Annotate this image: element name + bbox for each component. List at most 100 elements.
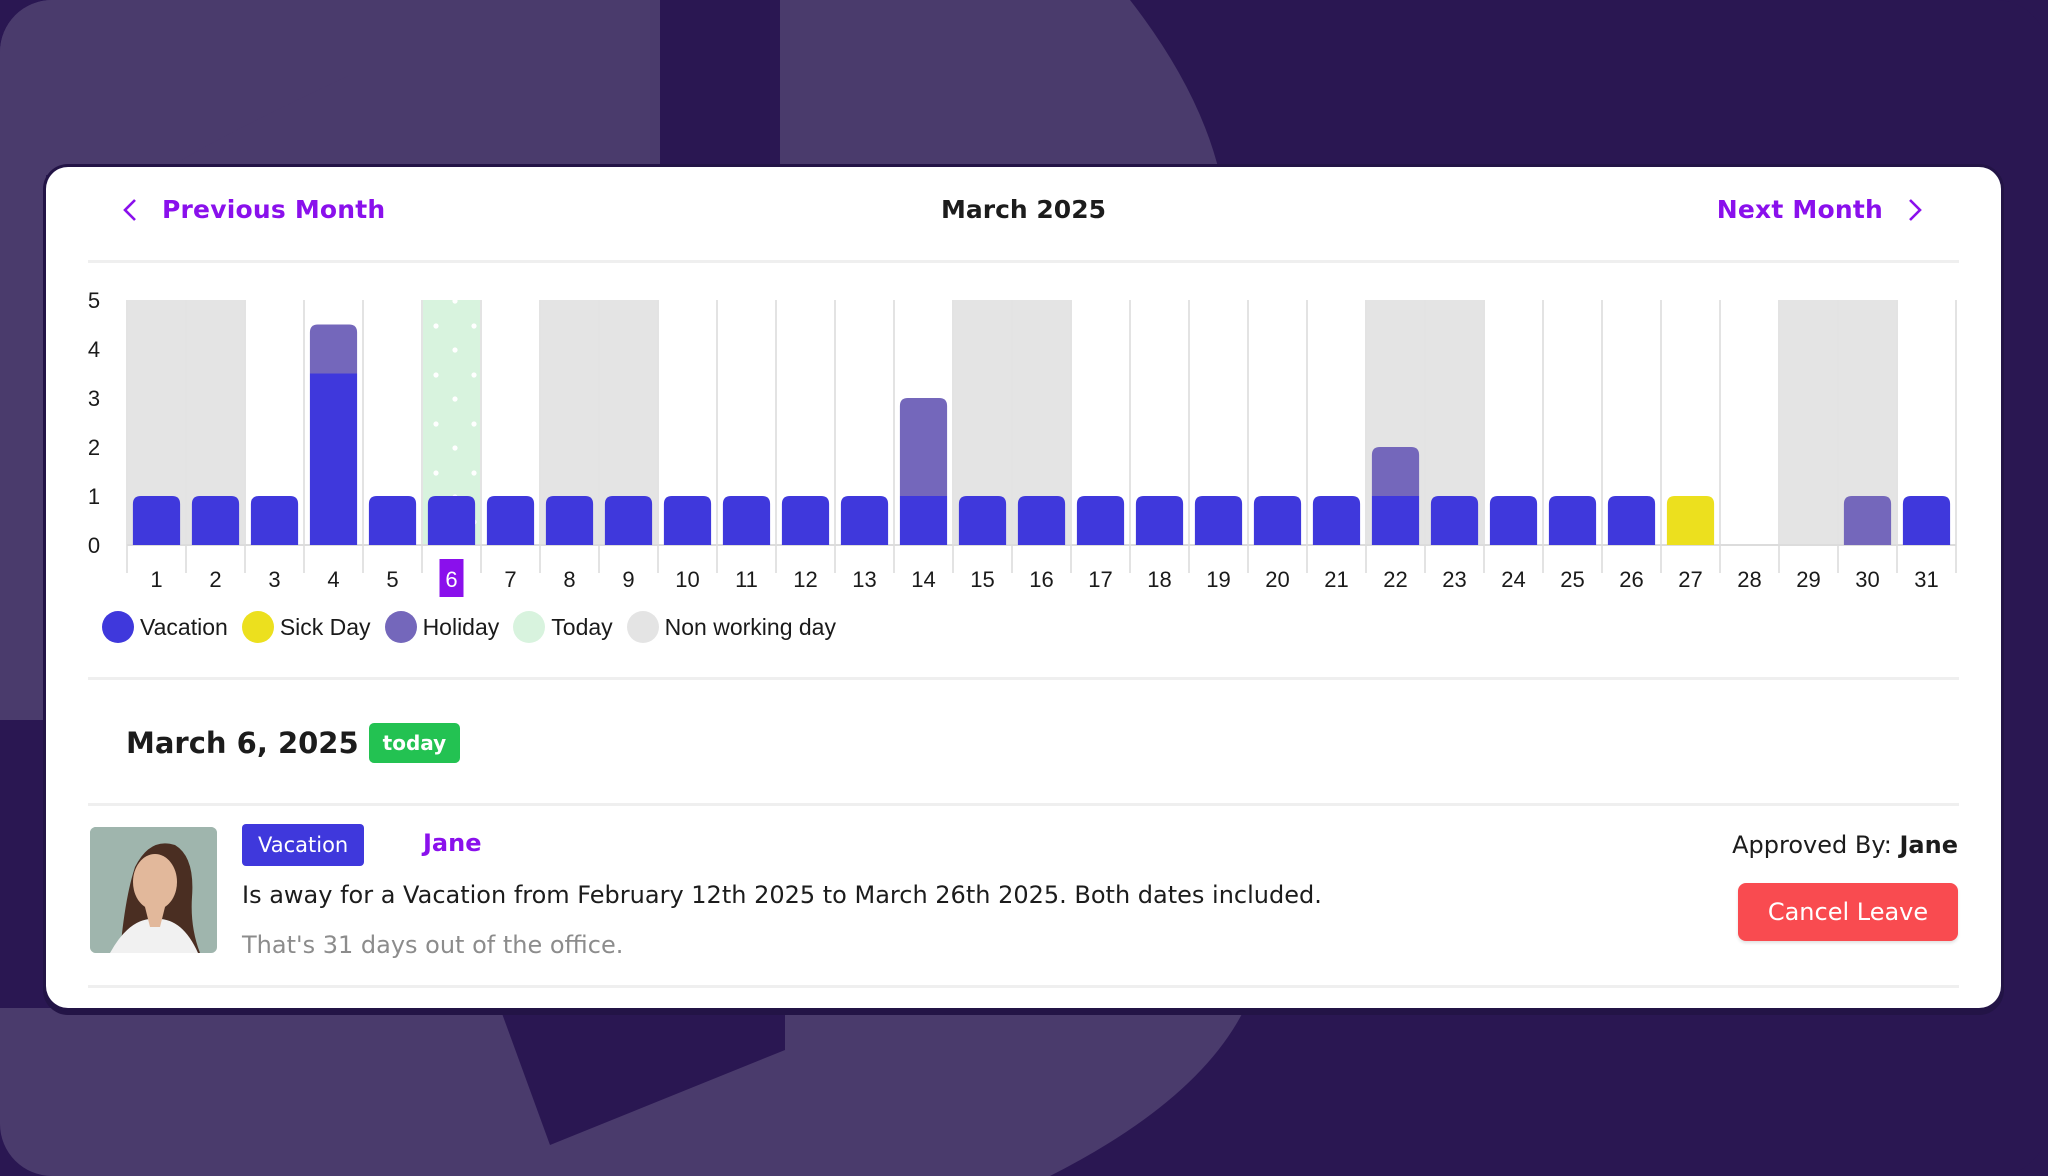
x-tick-label: 25 — [1560, 567, 1584, 592]
bar-holiday — [899, 398, 948, 496]
legend-item-non-working-day[interactable]: Non working day — [626, 611, 836, 643]
y-tick-label: 4 — [88, 337, 100, 362]
today-badge: today — [368, 723, 461, 763]
x-tick-label: 12 — [793, 567, 817, 592]
x-tick-label: 2 — [209, 567, 221, 592]
legend-swatch-holiday — [384, 611, 417, 643]
bar-vacation — [1253, 496, 1302, 545]
bar-vacation — [1548, 496, 1597, 545]
bar-vacation — [781, 496, 830, 545]
bar-vacation — [309, 373, 358, 545]
bar-vacation — [1902, 496, 1951, 545]
bar-vacation — [840, 496, 889, 545]
bar-vacation — [1607, 496, 1656, 545]
bar-vacation — [1489, 496, 1538, 545]
bar-vacation — [1017, 496, 1066, 545]
x-tick-label: 23 — [1442, 567, 1466, 592]
calendar-card: Previous Month March 2025 Next Month 012… — [46, 167, 2001, 1008]
x-tick-label: 18 — [1147, 567, 1171, 592]
bar-vacation — [899, 496, 948, 545]
bar-holiday — [1843, 496, 1892, 545]
x-tick-label: 5 — [386, 567, 398, 592]
legend-item-today[interactable]: Today — [513, 611, 613, 643]
approver-name: Jane — [1899, 831, 1959, 859]
chart-divider — [88, 677, 1959, 680]
x-tick-label: 8 — [563, 567, 575, 592]
y-tick-label: 5 — [88, 288, 100, 313]
legend-swatch-today — [513, 611, 546, 643]
x-tick-label: 24 — [1501, 567, 1525, 592]
x-tick-label: 9 — [622, 567, 634, 592]
chart-legend: Vacation Sick Day Holiday Today Non work… — [102, 611, 850, 643]
x-tick-label: 10 — [675, 567, 699, 592]
x-tick-label: 26 — [1619, 567, 1643, 592]
leave-type-badge: Vacation — [242, 824, 365, 866]
bar-vacation — [427, 496, 476, 545]
non-working-day-band — [1779, 300, 1838, 545]
x-tick-label: 1 — [150, 567, 162, 592]
selected-date: March 6, 2025 — [126, 726, 359, 760]
y-tick-label: 2 — [88, 435, 100, 460]
employee-name-link[interactable]: Jane — [423, 829, 482, 857]
y-tick-label: 0 — [88, 533, 100, 558]
legend-swatch-vacation — [102, 611, 134, 643]
x-tick-label: 29 — [1796, 567, 1820, 592]
bar-vacation — [1076, 496, 1125, 545]
bar-vacation — [1194, 496, 1243, 545]
bar-vacation — [722, 496, 771, 545]
bottom-divider — [88, 985, 1959, 988]
x-tick-label: 27 — [1678, 567, 1702, 592]
avatar-image — [90, 827, 217, 953]
legend-item-holiday[interactable]: Holiday — [384, 611, 500, 643]
bar-vacation — [191, 496, 240, 545]
selected-day-heading: March 6, 2025 today — [126, 723, 461, 763]
x-tick-label: 22 — [1383, 567, 1407, 592]
bar-vacation — [486, 496, 535, 545]
bar-vacation — [1312, 496, 1361, 545]
x-tick-label: 13 — [852, 567, 876, 592]
x-tick-label: 4 — [327, 567, 339, 592]
bar-vacation — [663, 496, 712, 545]
x-tick-label: 28 — [1737, 567, 1761, 592]
x-tick-label: 7 — [504, 567, 516, 592]
bar-vacation — [1135, 496, 1184, 545]
legend-swatch-non-working-day — [626, 611, 659, 643]
bar-holiday — [1371, 447, 1420, 496]
approved-by-label: Approved By: — [1732, 831, 1900, 859]
bar-vacation — [368, 496, 417, 545]
bar-vacation — [1430, 496, 1479, 545]
avatar — [90, 827, 217, 953]
leave-summary: That's 31 days out of the office. — [242, 931, 624, 959]
x-tick-label: 17 — [1088, 567, 1112, 592]
x-tick-label: 14 — [911, 567, 935, 592]
bar-vacation — [604, 496, 653, 545]
legend-swatch-sick-day — [241, 611, 274, 643]
x-tick-label: 21 — [1324, 567, 1348, 592]
legend-item-sick-day[interactable]: Sick Day — [241, 611, 371, 643]
legend-label: Today — [551, 613, 613, 640]
x-tick-label: 20 — [1265, 567, 1289, 592]
legend-label: Non working day — [664, 613, 836, 640]
x-tick-label: 30 — [1855, 567, 1879, 592]
x-tick-label: 3 — [268, 567, 280, 592]
bar-holiday — [309, 324, 358, 374]
legend-label: Sick Day — [279, 613, 371, 640]
leave-chart: 0123451 2 3 4 5 6 7 8 9 10 11 12 13 14 15 16 17 18 19 20 21 2… — [88, 288, 1957, 597]
day-divider — [88, 803, 1959, 806]
bar-sick-day — [1666, 496, 1715, 545]
x-tick-label: 15 — [970, 567, 994, 592]
legend-label: Vacation — [140, 613, 228, 640]
legend-item-vacation[interactable]: Vacation — [102, 611, 228, 643]
approved-by: Approved By: Jane — [1732, 831, 1958, 859]
x-tick-label: 6 — [445, 567, 457, 592]
x-tick-label: 16 — [1029, 567, 1053, 592]
leave-entry: Vacation Jane Is away for a Vacation fro… — [90, 824, 1958, 977]
y-tick-label: 1 — [88, 484, 100, 509]
legend-label: Holiday — [422, 613, 500, 640]
bar-vacation — [1371, 496, 1420, 545]
y-tick-label: 3 — [88, 386, 100, 411]
bar-vacation — [545, 496, 594, 545]
bar-vacation — [132, 496, 181, 545]
bar-vacation — [250, 496, 299, 545]
cancel-leave-button[interactable]: Cancel Leave — [1738, 883, 1958, 941]
